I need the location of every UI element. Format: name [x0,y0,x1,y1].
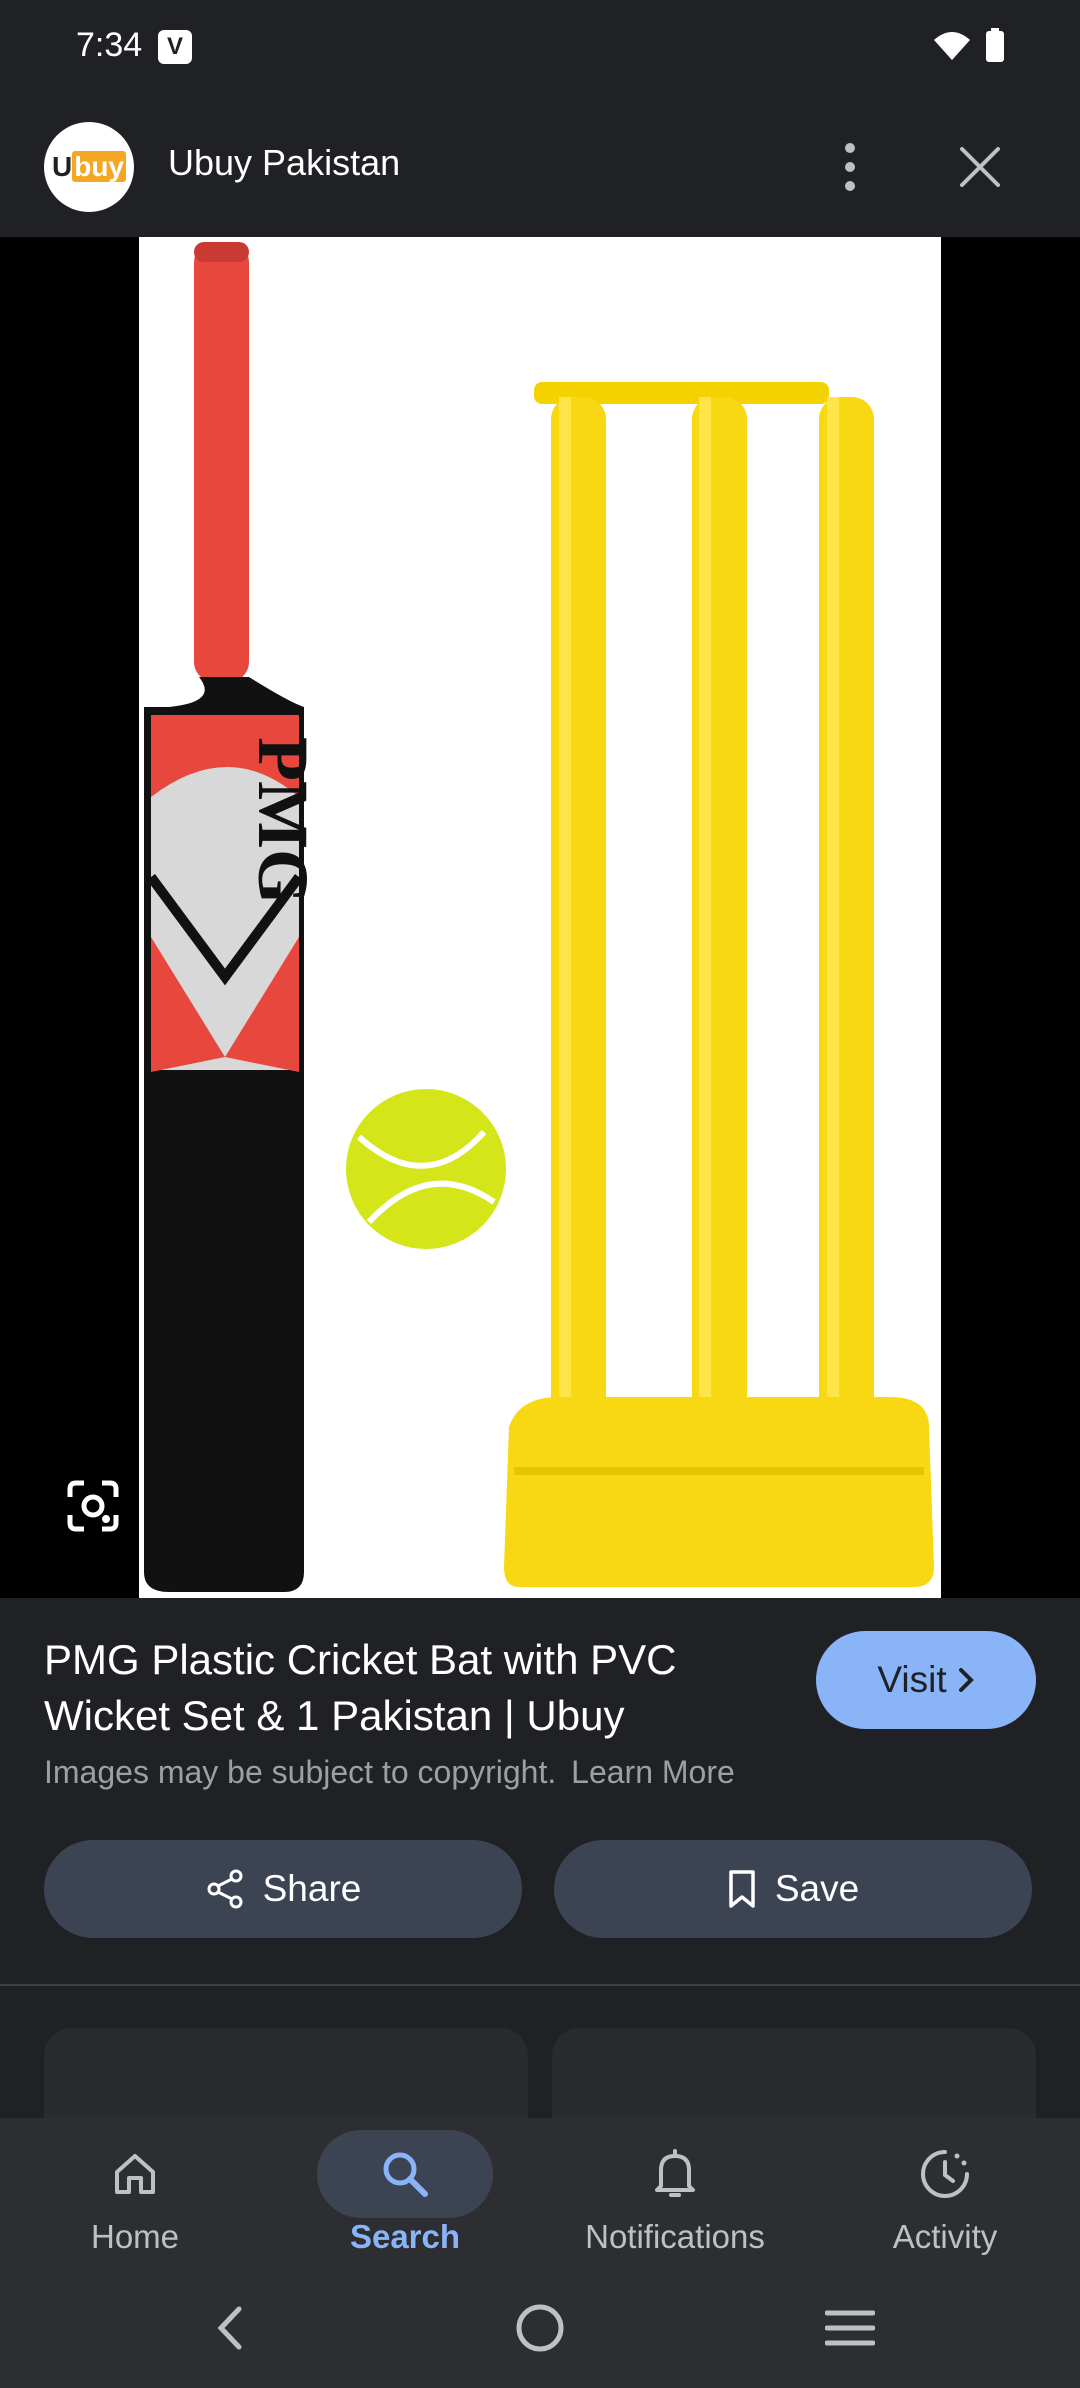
more-vert-icon [845,143,855,191]
divider [0,1984,1080,1986]
bat-brand-text: PMG [243,737,323,905]
visit-label: Visit [877,1659,947,1700]
image-details: PMG Plastic Cricket Bat with PVC Wicket … [0,1598,1080,2148]
bell-icon [655,2149,695,2197]
visit-button[interactable]: Visit [816,1631,1036,1729]
status-bar: 7:34 V [0,0,1080,92]
back-icon [217,2306,242,2350]
search-icon [383,2152,428,2197]
nav-notifications[interactable]: Notifications [540,2118,810,2268]
close-icon [960,147,1000,187]
chevron-right-icon [958,1668,974,1692]
nav-notifications-label: Notifications [585,2218,765,2255]
save-label: Save [774,1868,860,1909]
nav-home[interactable]: Home [0,2118,270,2268]
status-time: 7:34 [76,26,143,64]
share-label: Share [262,1868,362,1909]
nav-search[interactable]: Search [270,2118,540,2268]
nav-search-label: Search [349,2218,461,2255]
site-name[interactable]: Ubuy Pakistan [168,142,400,184]
nav-activity[interactable]: Activity [810,2118,1080,2268]
circle-home-icon [516,2304,564,2352]
bottom-navigation: Home Search Notifications Activity [0,2118,1080,2268]
learn-more-link[interactable]: Learn More [571,1754,735,1790]
system-back-button[interactable] [190,2288,270,2368]
wifi-icon [934,32,970,60]
nav-home-label: Home [90,2218,180,2255]
viewer-header: Ubuy Ubuy Pakistan [0,92,1080,237]
notification-app-icon: V [158,30,192,64]
product-image[interactable]: PMG [139,237,941,1598]
copyright-text: Images may be subject to copyright. [44,1754,557,1790]
lens-icon [67,1480,119,1532]
system-home-button[interactable] [500,2288,580,2368]
share-button[interactable]: Share [44,1840,522,1938]
image-viewer[interactable]: PMG [0,237,1080,1598]
activity-icon [921,2150,969,2198]
home-icon [115,2154,155,2194]
save-button[interactable]: Save [554,1840,1032,1938]
system-navigation-bar [0,2268,1080,2388]
more-options-button[interactable] [820,132,880,202]
site-logo[interactable]: Ubuy [44,122,134,212]
share-icon [207,1869,243,1909]
image-title[interactable]: PMG Plastic Cricket Bat with PVC Wicket … [44,1632,784,1744]
battery-icon [986,28,1004,62]
system-recents-button[interactable] [810,2288,890,2368]
menu-icon [825,2310,875,2346]
google-lens-button[interactable] [58,1471,128,1541]
bookmark-icon [729,1870,755,1908]
nav-activity-label: Activity [892,2218,998,2255]
cricket-set-illustration: PMG [144,242,934,1592]
close-button[interactable] [950,132,1010,202]
copyright-notice: Images may be subject to copyright. Lear… [44,1754,735,1791]
